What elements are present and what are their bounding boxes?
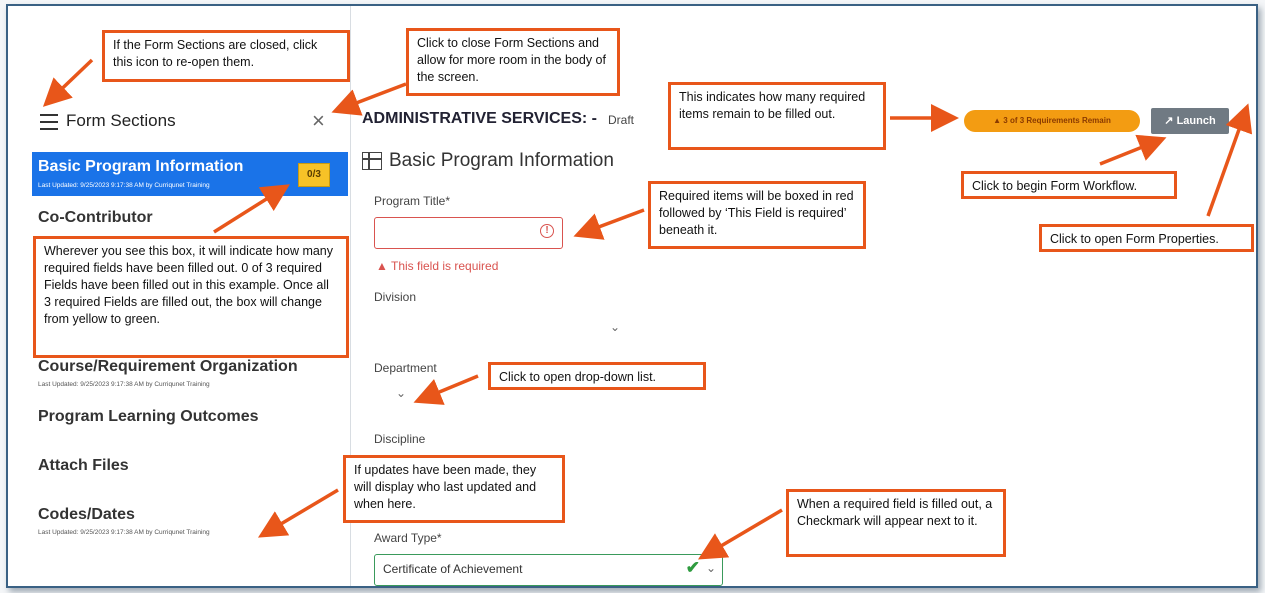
close-icon[interactable]: × (312, 108, 325, 134)
callout-checkmark: When a required field is filled out, a C… (786, 489, 1006, 557)
hamburger-icon[interactable] (40, 114, 58, 130)
page-title: ADMINISTRATIVE SERVICES: - (362, 110, 597, 127)
program-title-label: Program Title* (374, 194, 451, 208)
table-icon (362, 152, 382, 170)
callout-workflow: Click to begin Form Workflow. (961, 171, 1177, 199)
callout-close: Click to close Form Sections and allow f… (406, 28, 620, 96)
error-text: This field is required (391, 259, 499, 273)
sliders-icon[interactable]: ⚙ (1238, 110, 1251, 127)
launch-button[interactable]: ↗ Launch (1151, 108, 1229, 134)
department-label: Department (374, 361, 437, 375)
section-updated: Last Updated: 9/25/2023 9:17:38 AM by Cu… (38, 182, 210, 189)
screenshot-frame: Form Sections × Basic Program Informatio… (6, 4, 1258, 588)
callout-reopen: If the Form Sections are closed, click t… (102, 30, 350, 82)
warning-icon: ▲ (993, 116, 1004, 125)
external-link-icon: ↗ (1164, 115, 1174, 127)
division-label: Division (374, 290, 417, 304)
callout-count-box: Wherever you see this box, it will indic… (33, 236, 349, 358)
requirements-text: 3 of 3 Requirements Remain (1003, 116, 1111, 125)
form-sections-title: Form Sections (66, 111, 176, 130)
section-course-requirement-organization[interactable]: Course/Requirement Organization (38, 358, 298, 376)
arrow-launch (1099, 134, 1167, 166)
callout-required: Required items will be boxed in red foll… (648, 181, 866, 249)
section-basic-program-information[interactable]: Basic Program Information Last Updated: … (32, 152, 348, 196)
callout-updates: If updates have been made, they will dis… (343, 455, 565, 523)
requirements-remaining-badge: ▲ 3 of 3 Requirements Remain (964, 110, 1140, 132)
chevron-down-icon: ⌄ (610, 320, 621, 334)
checkmark-icon: ✔ (685, 558, 700, 577)
chevron-down-icon: ⌄ (396, 386, 407, 400)
section-program-learning-outcomes[interactable]: Program Learning Outcomes (38, 408, 259, 426)
section-attach-files[interactable]: Attach Files (38, 457, 129, 475)
section-updated: Last Updated: 9/25/2023 9:17:38 AM by Cu… (38, 529, 210, 536)
section-co-contributor[interactable]: Co-Contributor (38, 209, 153, 227)
launch-label: Launch (1176, 115, 1216, 127)
form-section-title: Basic Program Information (389, 150, 614, 171)
program-title-input[interactable]: ! (374, 217, 563, 249)
callout-dropdown: Click to open drop-down list. (488, 362, 706, 390)
status-badge: Draft (608, 113, 635, 127)
arrow-dropdown (413, 374, 479, 405)
section-codes-dates[interactable]: Codes/Dates (38, 506, 135, 524)
callout-remaining: This indicates how many required items r… (668, 82, 886, 150)
division-select[interactable]: ⌄ (374, 312, 624, 342)
discipline-label: Discipline (374, 432, 426, 446)
error-circle-icon: ! (540, 224, 554, 238)
warning-icon: ▲ (376, 259, 391, 273)
award-type-select[interactable]: Certificate of Achievement ✔ ⌄ (374, 554, 723, 586)
award-type-value: Certificate of Achievement (383, 562, 523, 576)
department-select[interactable]: ⌄ (374, 384, 414, 406)
arrow-required (573, 208, 645, 240)
section-updated: Last Updated: 9/25/2023 9:17:38 AM by Cu… (38, 381, 210, 388)
required-count-badge: 0/3 (298, 163, 330, 187)
arrow-checkmark (697, 508, 783, 560)
section-label: Basic Program Information (38, 158, 244, 175)
callout-properties: Click to open Form Properties. (1039, 224, 1254, 252)
chevron-down-icon: ⌄ (705, 561, 716, 575)
award-type-label: Award Type* (374, 531, 442, 545)
field-error-message: ▲ This field is required (376, 259, 498, 273)
